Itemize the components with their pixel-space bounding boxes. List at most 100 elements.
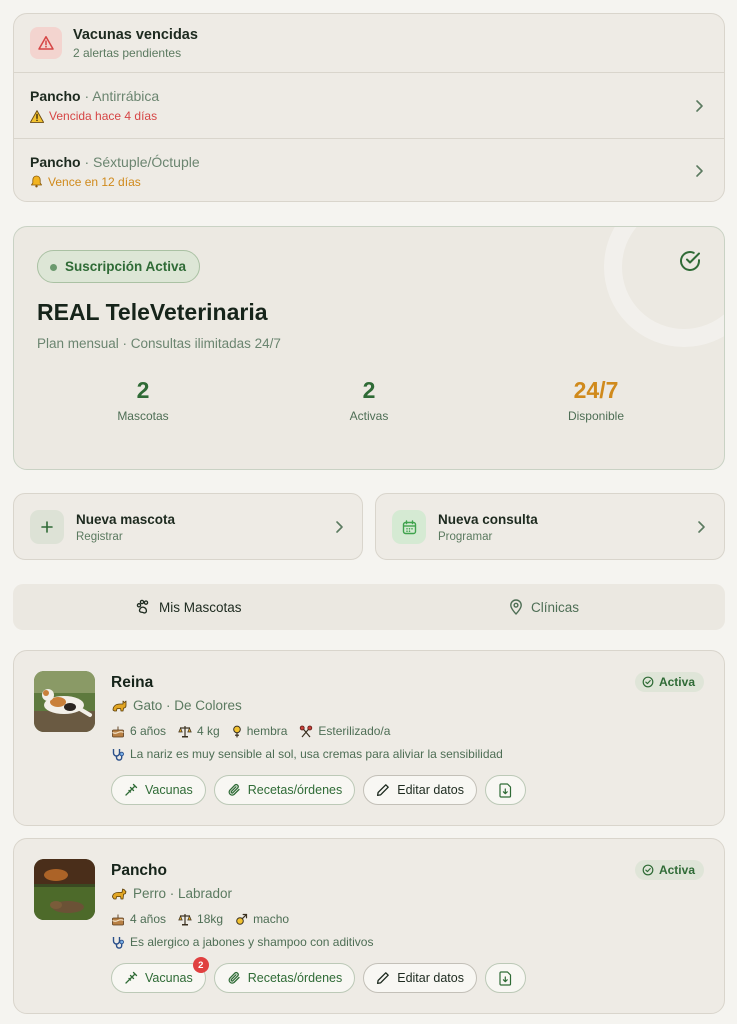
pet-weight: 4 kg bbox=[197, 724, 220, 738]
subscription-title: REAL TeleVeterinaria bbox=[37, 299, 268, 325]
pet-weight: 18kg bbox=[197, 912, 224, 926]
stat-active: 2 Activas bbox=[289, 377, 449, 423]
pet-attributes: 6 años 4 kg hembra Esterilizado/a bbox=[111, 724, 390, 738]
download-record-button[interactable] bbox=[484, 775, 526, 805]
alert-pet-name: Pancho bbox=[30, 153, 81, 170]
file-download-icon bbox=[499, 782, 512, 798]
stethoscope-icon bbox=[111, 936, 125, 949]
status-dot bbox=[50, 264, 57, 271]
decorative-ring bbox=[604, 227, 724, 347]
file-download-icon bbox=[499, 970, 512, 986]
action-subtitle: Registrar bbox=[76, 531, 123, 543]
pet-attributes: 4 años 18kg macho bbox=[111, 912, 289, 926]
pet-status-badge: Activa bbox=[634, 672, 704, 692]
alert-status-text: Vence en 12 días bbox=[48, 174, 141, 189]
male-icon bbox=[235, 913, 248, 926]
pet-species-breed: Perro · Labrador bbox=[111, 886, 232, 901]
pet-note-text: Es alergico a jabones y shampoo con adit… bbox=[130, 935, 374, 949]
prescriptions-button[interactable]: Recetas/órdenes bbox=[213, 963, 356, 993]
syringe-icon bbox=[124, 971, 138, 985]
pet-sterilized: Esterilizado/a bbox=[318, 724, 391, 738]
tab-bar: Mis Mascotas Clínicas bbox=[13, 584, 725, 630]
scale-icon bbox=[178, 725, 192, 738]
calendar-icon bbox=[392, 510, 426, 544]
alert-separator: · bbox=[80, 88, 93, 104]
edit-pet-button[interactable]: Editar datos bbox=[363, 963, 477, 993]
syringe-icon bbox=[124, 783, 138, 797]
cat-icon bbox=[111, 698, 127, 713]
stat-pets: 2 Mascotas bbox=[63, 377, 223, 423]
pet-card[interactable]: Reina Activa Gato · De Colores 6 años 4 … bbox=[13, 650, 725, 826]
pet-actions: Vacunas 2 Recetas/órdenes Editar datos bbox=[111, 957, 526, 993]
stat-label: Mascotas bbox=[117, 409, 169, 423]
paperclip-icon bbox=[227, 783, 241, 797]
alert-triangle-icon bbox=[30, 27, 62, 59]
pet-status-label: Activa bbox=[658, 863, 695, 877]
plus-icon bbox=[30, 510, 64, 544]
pet-sex: macho bbox=[253, 912, 290, 926]
tab-clinics[interactable]: Clínicas bbox=[509, 584, 579, 630]
action-title: Nueva consulta bbox=[438, 512, 538, 527]
scissors-icon bbox=[299, 725, 313, 738]
vaccines-label: Vacunas bbox=[145, 971, 193, 985]
pet-age: 4 años bbox=[130, 912, 167, 926]
scale-icon bbox=[178, 913, 192, 926]
subscription-status-badge: Suscripción Activa bbox=[37, 250, 201, 283]
alert-pet-name: Pancho bbox=[30, 88, 81, 104]
pencil-icon bbox=[376, 783, 390, 797]
vaccine-alert-count-badge: 2 bbox=[192, 957, 209, 973]
female-icon bbox=[232, 725, 242, 738]
edit-pet-button[interactable]: Editar datos bbox=[363, 775, 477, 805]
check-circle-icon bbox=[680, 251, 700, 271]
new-consultation-button[interactable]: Nueva consulta Programar bbox=[375, 493, 725, 560]
check-circle-icon bbox=[642, 676, 654, 688]
pet-sex: hembra bbox=[246, 724, 288, 738]
paperclip-icon bbox=[227, 971, 241, 985]
pet-age: 6 años bbox=[130, 724, 167, 738]
chevron-right-icon bbox=[698, 520, 705, 533]
stat-value: 2 bbox=[136, 377, 150, 403]
location-pin-icon bbox=[509, 599, 523, 615]
vaccines-button[interactable]: Vacunas 2 bbox=[111, 957, 209, 993]
pet-actions: Vacunas Recetas/órdenes Editar datos bbox=[111, 775, 526, 805]
paw-icon bbox=[135, 599, 151, 615]
alert-item[interactable]: Pancho · Séxtuple/Óctuple Vence en 12 dí… bbox=[14, 138, 724, 203]
prescriptions-label: Recetas/órdenes bbox=[247, 783, 343, 797]
pet-species-breed-text: Gato · De Colores bbox=[133, 698, 242, 713]
alerts-title: Vacunas vencidas bbox=[73, 26, 198, 43]
stat-label: Disponible bbox=[567, 409, 625, 423]
new-pet-button[interactable]: Nueva mascota Registrar bbox=[13, 493, 363, 560]
pet-note: La nariz es muy sensible al sol, usa cre… bbox=[111, 747, 503, 761]
edit-label: Editar datos bbox=[397, 783, 464, 797]
pet-name: Pancho bbox=[111, 862, 167, 879]
prescriptions-label: Recetas/órdenes bbox=[247, 971, 343, 985]
bell-icon bbox=[30, 175, 43, 188]
alert-status-text: Vencida hace 4 días bbox=[49, 109, 158, 123]
stat-value: 24/7 bbox=[573, 377, 619, 403]
pet-card[interactable]: Pancho Activa Perro · Labrador 4 años 18… bbox=[13, 838, 725, 1014]
action-subtitle: Programar bbox=[438, 531, 493, 543]
tab-label: Clínicas bbox=[531, 599, 580, 615]
chevron-right-icon bbox=[336, 520, 343, 533]
tab-my-pets[interactable]: Mis Mascotas bbox=[135, 584, 242, 630]
pet-name: Reina bbox=[111, 674, 154, 691]
check-circle-icon bbox=[642, 864, 654, 876]
alert-item[interactable]: Pancho · Antirrábica Vencida hace 4 días bbox=[14, 73, 724, 138]
pet-species-breed-text: Perro · Labrador bbox=[133, 886, 233, 901]
alerts-subtitle: 2 alertas pendientes bbox=[73, 45, 182, 60]
dog-icon bbox=[111, 886, 127, 901]
vaccines-button[interactable]: Vacunas bbox=[111, 775, 206, 805]
subscription-card: Suscripción Activa REAL TeleVeterinaria … bbox=[13, 226, 725, 470]
download-record-button[interactable] bbox=[484, 963, 526, 993]
cake-icon bbox=[111, 913, 125, 926]
prescriptions-button[interactable]: Recetas/órdenes bbox=[213, 775, 356, 805]
pet-note: Es alergico a jabones y shampoo con adit… bbox=[111, 935, 373, 949]
pet-photo-dog bbox=[34, 859, 95, 920]
alert-vaccine-name: Séxtuple/Óctuple bbox=[93, 153, 200, 170]
alert-separator: · bbox=[80, 153, 94, 170]
cake-icon bbox=[111, 725, 125, 738]
stat-label: Activas bbox=[349, 409, 389, 423]
pet-note-text: La nariz es muy sensible al sol, usa cre… bbox=[130, 747, 503, 761]
alerts-header: Vacunas vencidas 2 alertas pendientes bbox=[14, 14, 724, 73]
warning-icon bbox=[30, 109, 44, 123]
